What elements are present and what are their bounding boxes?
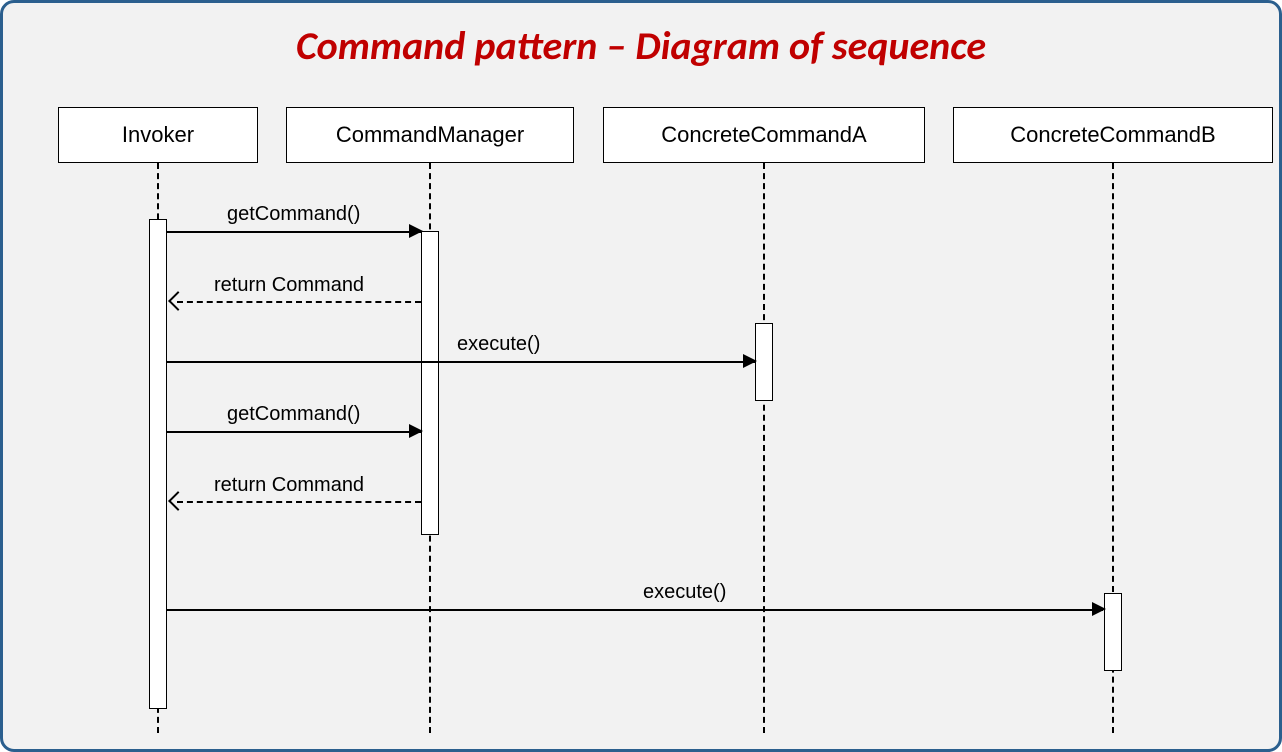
msg-return-2-label: return Command xyxy=(210,474,368,497)
participant-manager-label: CommandManager xyxy=(336,122,524,148)
msg-execute-1-line xyxy=(167,361,755,363)
participant-invoker-label: Invoker xyxy=(122,122,194,148)
msg-getcommand-1-line xyxy=(167,231,421,233)
msg-getcommand-2-arrow xyxy=(409,424,423,438)
participant-invoker: Invoker xyxy=(58,107,258,163)
participant-concrete-b: ConcreteCommandB xyxy=(953,107,1273,163)
lifeline-concrete-a xyxy=(763,163,765,733)
activation-concrete-b xyxy=(1104,593,1122,671)
msg-execute-2-line xyxy=(167,609,1103,611)
participant-concrete-a-label: ConcreteCommandA xyxy=(661,122,866,148)
activation-invoker xyxy=(149,219,167,709)
participant-concrete-b-label: ConcreteCommandB xyxy=(1010,122,1215,148)
activation-concrete-a xyxy=(755,323,773,401)
msg-getcommand-2-label: getCommand() xyxy=(223,403,364,426)
participant-concrete-a: ConcreteCommandA xyxy=(603,107,925,163)
msg-return-2-arrow xyxy=(168,491,188,511)
msg-return-1-label: return Command xyxy=(210,274,368,297)
msg-execute-1-arrow xyxy=(743,354,757,368)
msg-execute-2-arrow xyxy=(1092,602,1106,616)
participant-manager: CommandManager xyxy=(286,107,574,163)
msg-execute-2-label: execute() xyxy=(639,581,730,604)
msg-return-2-line xyxy=(177,501,421,503)
msg-execute-1-label: execute() xyxy=(453,333,544,356)
msg-getcommand-1-label: getCommand() xyxy=(223,203,364,226)
msg-return-1-arrow xyxy=(168,291,188,311)
msg-getcommand-2-line xyxy=(167,431,421,433)
diagram-canvas: Invoker CommandManager ConcreteCommandA … xyxy=(3,3,1279,749)
msg-return-1-line xyxy=(177,301,421,303)
activation-manager xyxy=(421,231,439,535)
diagram-frame: Command pattern – Diagram of sequence In… xyxy=(0,0,1282,752)
msg-getcommand-1-arrow xyxy=(409,224,423,238)
